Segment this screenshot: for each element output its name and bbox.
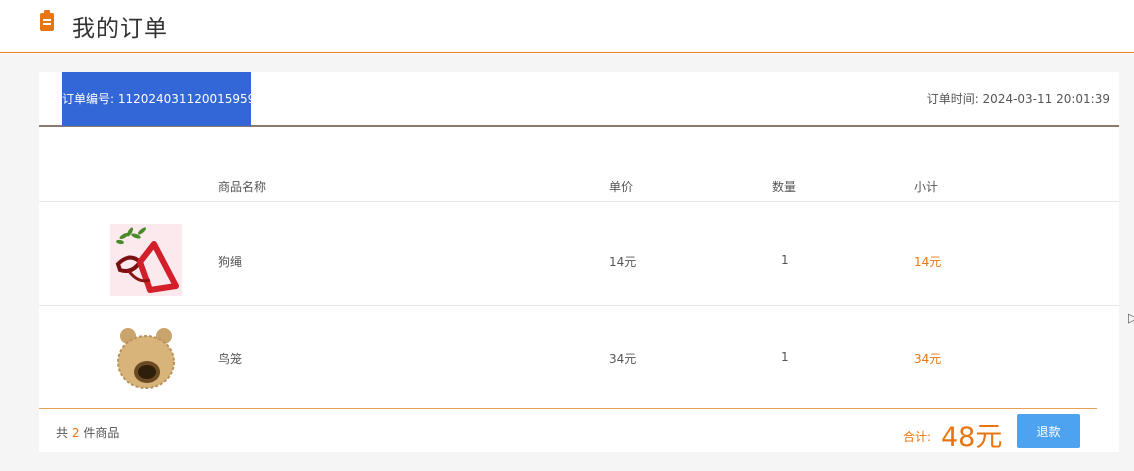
item-count-number: 2 [71, 426, 80, 440]
row-divider [39, 305, 1119, 306]
order-card: 订单编号: 112024031120015959 订单时间: 2024-03-1… [39, 72, 1119, 453]
column-header-quantity: 数量 [772, 180, 797, 194]
refund-button[interactable]: 退款 [1017, 414, 1080, 448]
product-subtotal: 34元 [914, 352, 942, 366]
product-quantity: 1 [781, 350, 789, 364]
dog-leash-image [110, 224, 182, 296]
item-count-suffix: 件商品 [83, 426, 120, 440]
clipboard-icon [40, 10, 54, 31]
cursor-icon: ▷ [1128, 311, 1134, 326]
product-name[interactable]: 鸟笼 [218, 350, 242, 367]
order-number: 订单编号: 112024031120015959 [62, 72, 251, 126]
product-price: 34元 [609, 352, 637, 366]
product-quantity: 1 [781, 253, 789, 267]
total-label: 合计: [903, 430, 932, 444]
item-count-prefix: 共 [56, 426, 69, 440]
footer-divider [39, 408, 1097, 409]
order-time: 订单时间: 2024-03-11 20:01:39 [926, 92, 1110, 106]
product-price: 14元 [609, 255, 637, 269]
total-value: 48元 [941, 422, 1003, 453]
product-name[interactable]: 狗绳 [218, 253, 242, 270]
column-header-subtotal: 小计 [914, 180, 939, 194]
column-header-name: 商品名称 [218, 180, 267, 194]
bird-cage-image [110, 322, 182, 394]
product-subtotal: 14元 [914, 255, 942, 269]
page-header: 我的订单 [0, 0, 1134, 53]
row-divider [39, 201, 1119, 202]
page-title: 我的订单 [72, 16, 168, 42]
order-header: 订单编号: 112024031120015959 订单时间: 2024-03-1… [39, 72, 1119, 127]
item-count: 共 2 件商品 [56, 424, 119, 441]
column-header-price: 单价 [609, 180, 634, 194]
